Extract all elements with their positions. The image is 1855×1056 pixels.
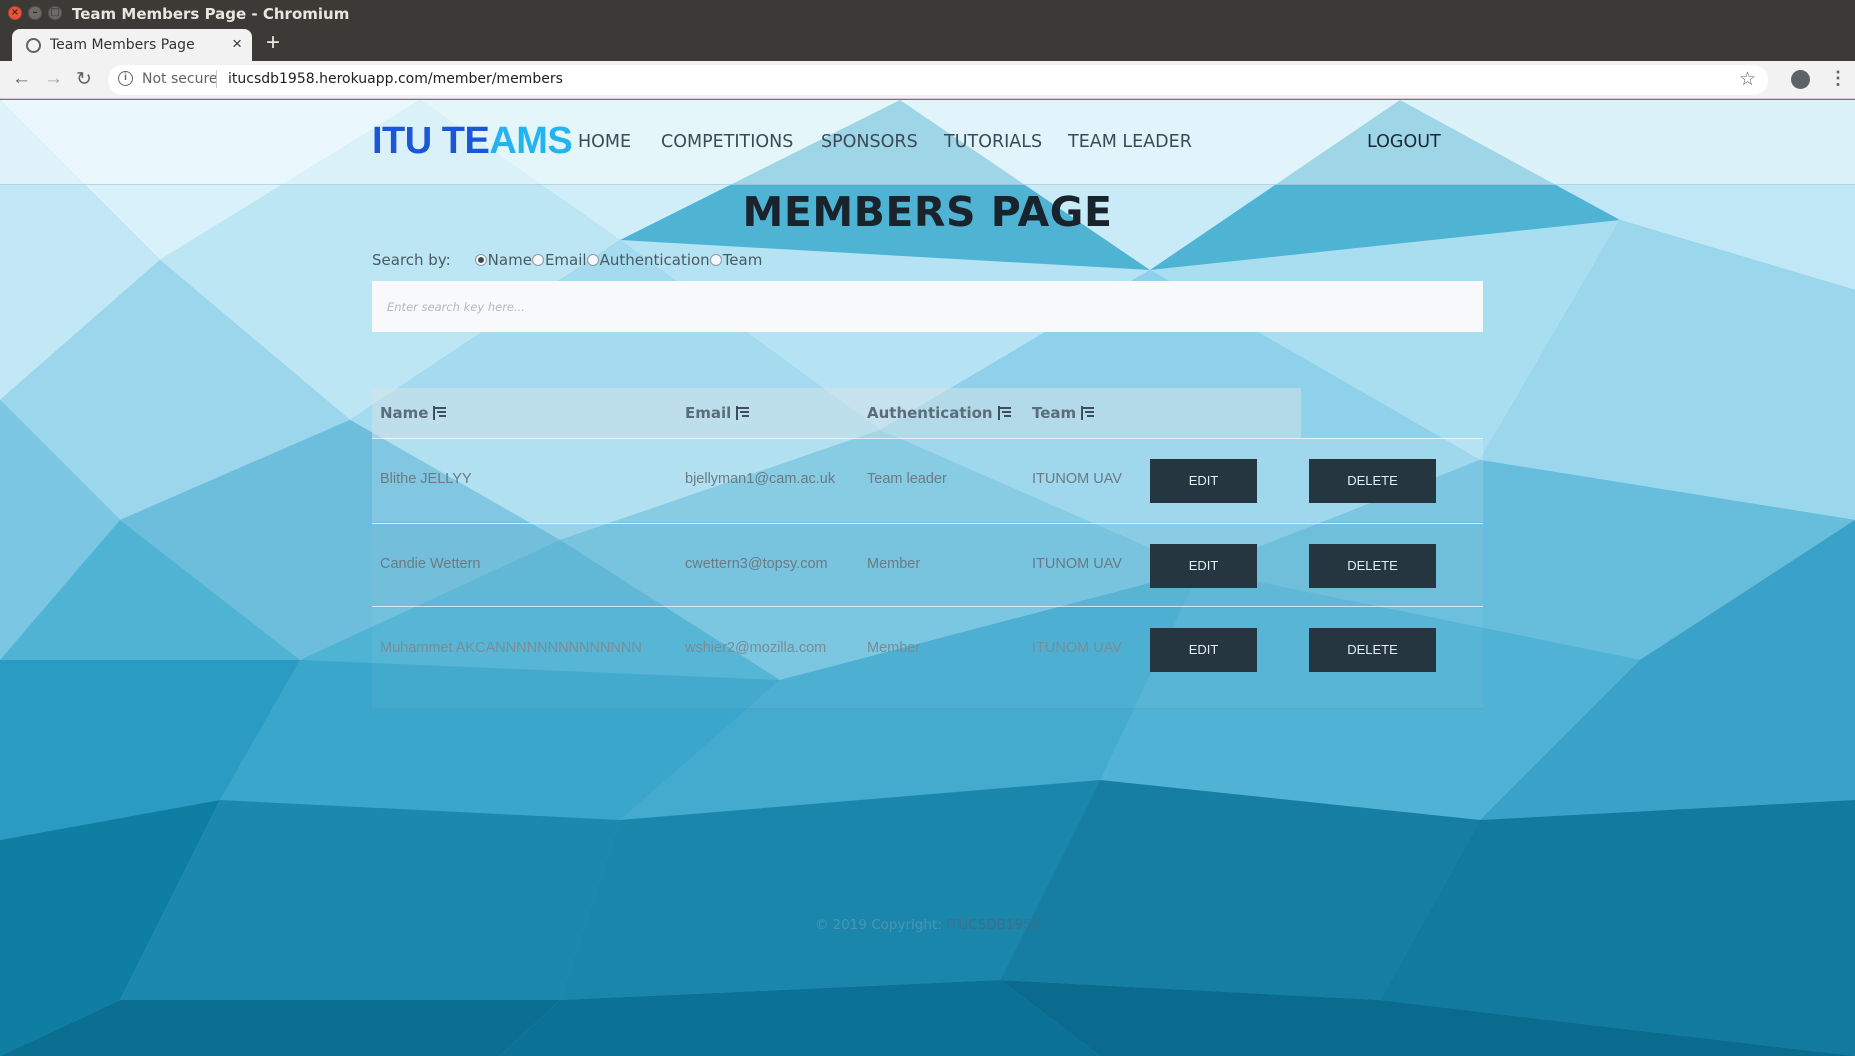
globe-icon	[26, 38, 41, 53]
tab-close-icon[interactable]: ×	[232, 34, 242, 54]
profile-icon[interactable]	[1791, 70, 1810, 89]
tab-title: Team Members Page	[50, 37, 195, 53]
brand-text-secondary: AMS	[489, 120, 573, 162]
edit-button[interactable]: EDIT	[1150, 628, 1257, 672]
search-option-email[interactable]: Email	[531, 251, 587, 269]
page-viewport: ITU TEAMS HOME COMPETITIONS SPONSORS TUT…	[0, 100, 1855, 1056]
nav-competitions[interactable]: COMPETITIONS	[661, 132, 793, 152]
back-icon[interactable]: ←	[12, 68, 31, 90]
radio-icon[interactable]	[531, 254, 544, 266]
brand-logo[interactable]: ITU TEAMS	[372, 120, 573, 163]
column-header-authentication[interactable]: Authentication	[867, 404, 1011, 422]
url-text[interactable]: itucsdb1958.herokuapp.com/member/members	[228, 71, 563, 87]
address-bar[interactable]: i Not secure itucsdb1958.herokuapp.com/m…	[108, 65, 1768, 95]
table-row: Candie Wettern cwettern3@topsy.com Membe…	[372, 523, 1483, 607]
logout-link[interactable]: LOGOUT	[1367, 132, 1441, 152]
nav-tutorials[interactable]: TUTORIALS	[944, 132, 1042, 152]
member-team: ITUNOM UAV	[1032, 640, 1122, 656]
brand-text-primary: ITU TE	[372, 120, 490, 162]
reload-icon[interactable]: ↻	[76, 68, 92, 91]
radio-icon[interactable]	[586, 254, 599, 266]
table-row: Muhammet AKCANNNNNNNNNNNNNN wshier2@mozi…	[372, 608, 1483, 709]
member-authentication: Member	[867, 640, 921, 656]
security-label: Not secure	[142, 71, 218, 87]
member-email: cwettern3@topsy.com	[685, 556, 828, 572]
radio-selected-icon[interactable]	[474, 254, 487, 266]
sort-icon[interactable]	[432, 406, 447, 420]
browser-tab[interactable]: Team Members Page ×	[12, 29, 252, 61]
member-email: bjellyman1@cam.ac.uk	[685, 471, 836, 487]
radio-icon[interactable]	[709, 254, 722, 266]
nav-team-leader[interactable]: TEAM LEADER	[1068, 132, 1192, 152]
sort-icon[interactable]	[997, 406, 1011, 420]
search-option-team[interactable]: Team	[709, 251, 762, 269]
delete-button[interactable]: DELETE	[1309, 459, 1436, 503]
column-header-name[interactable]: Name	[380, 404, 447, 422]
nav-home[interactable]: HOME	[578, 132, 631, 152]
sort-icon[interactable]	[1080, 406, 1095, 420]
footer-owner: ITUCSDB1958	[946, 917, 1041, 933]
member-name: Muhammet AKCANNNNNNNNNNNNNN	[380, 640, 642, 656]
search-by-label: Search by:	[372, 251, 451, 269]
footer: © 2019 Copyright: ITUCSDB1958	[0, 917, 1855, 933]
delete-button[interactable]: DELETE	[1309, 544, 1436, 588]
search-by-group: Search by: Name Email Authentication Tea…	[372, 251, 762, 269]
page-title: MEMBERS PAGE	[742, 188, 1113, 236]
tab-strip: Team Members Page × +	[0, 27, 1855, 61]
window-title: Team Members Page - Chromium	[72, 5, 350, 23]
member-authentication: Member	[867, 556, 921, 572]
window-maximize-icon[interactable]: □	[48, 6, 62, 20]
search-option-authentication[interactable]: Authentication	[586, 251, 710, 269]
member-name: Blithe JELLYY	[380, 471, 472, 487]
bookmark-star-icon[interactable]: ☆	[1739, 68, 1756, 91]
search-option-name[interactable]: Name	[474, 251, 532, 269]
sort-icon[interactable]	[735, 406, 750, 420]
member-email: wshier2@mozilla.com	[685, 640, 827, 656]
info-icon[interactable]: i	[118, 71, 133, 86]
table-header: Name Email Authentication Team	[372, 388, 1301, 438]
window-titlebar: × – □ Team Members Page - Chromium	[0, 0, 1855, 27]
window-close-icon[interactable]: ×	[8, 6, 22, 20]
new-tab-icon[interactable]: +	[266, 29, 280, 57]
browser-toolbar: ← → ↻ i Not secure itucsdb1958.herokuapp…	[0, 61, 1855, 99]
table-row: Blithe JELLYY bjellyman1@cam.ac.uk Team …	[372, 438, 1483, 522]
column-header-email[interactable]: Email	[685, 404, 750, 422]
nav-sponsors[interactable]: SPONSORS	[821, 132, 918, 152]
window-minimize-icon[interactable]: –	[28, 6, 42, 20]
member-team: ITUNOM UAV	[1032, 556, 1122, 572]
member-team: ITUNOM UAV	[1032, 471, 1122, 487]
footer-copyright: © 2019 Copyright:	[814, 917, 942, 933]
forward-icon[interactable]: →	[44, 68, 63, 90]
menu-kebab-icon[interactable]: ⋮	[1829, 68, 1847, 89]
search-input[interactable]	[372, 281, 1483, 332]
edit-button[interactable]: EDIT	[1150, 459, 1257, 503]
site-header: ITU TEAMS HOME COMPETITIONS SPONSORS TUT…	[0, 100, 1855, 185]
edit-button[interactable]: EDIT	[1150, 544, 1257, 588]
member-authentication: Team leader	[867, 471, 947, 487]
delete-button[interactable]: DELETE	[1309, 628, 1436, 672]
column-header-team[interactable]: Team	[1032, 404, 1095, 422]
member-name: Candie Wettern	[380, 556, 481, 572]
url-separator	[216, 70, 217, 88]
